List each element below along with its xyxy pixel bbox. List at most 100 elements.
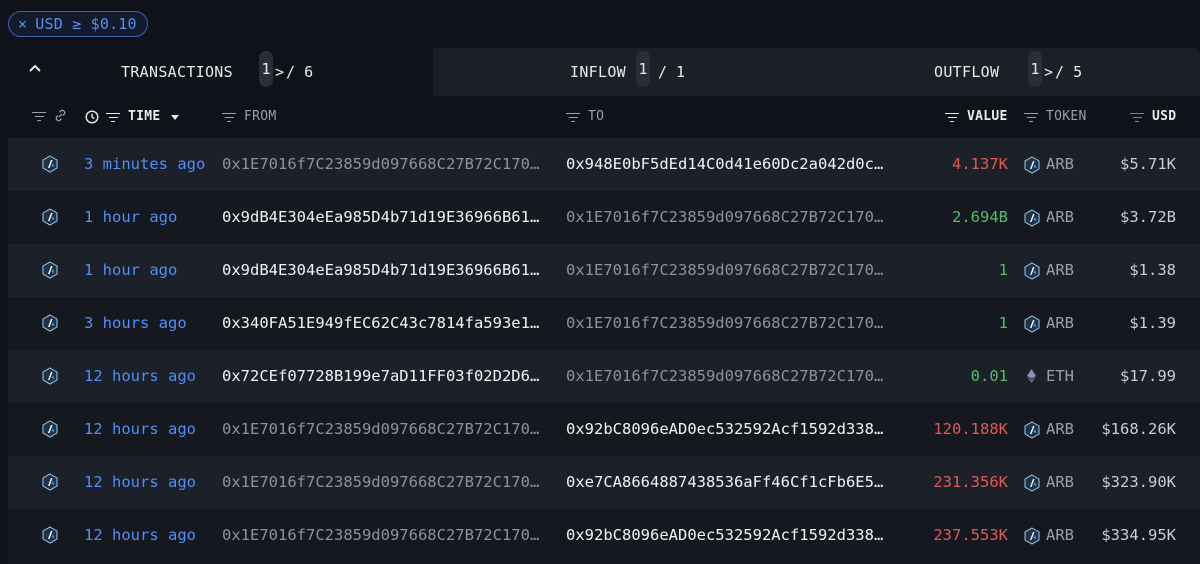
arbitrum-token-icon	[1024, 315, 1040, 333]
inflow-pager: 1 / 1	[636, 51, 686, 87]
token-symbol: ARB	[1046, 155, 1074, 173]
outflow-page-total: / 5	[1055, 63, 1083, 81]
token-cell[interactable]: ARB	[1024, 314, 1074, 333]
arbitrum-token-icon	[1024, 527, 1040, 545]
chevron-up-icon[interactable]	[26, 61, 44, 79]
ethereum-token-icon	[1024, 368, 1039, 384]
to-address[interactable]: 0x92bC8096eAD0ec532592Acf1592d338…	[566, 420, 883, 438]
table-header: TIME FROM TO VALUE TOKEN USD	[8, 96, 1200, 138]
from-address[interactable]: 0x340FA51E949fEC62C43c7814fa593e1…	[222, 314, 539, 332]
from-address[interactable]: 0x1E7016f7C23859d097668C27B72C170…	[222, 526, 539, 544]
usd-amount: $1.38	[1129, 261, 1176, 279]
tab-transactions-label[interactable]: TRANSACTIONS	[121, 63, 233, 81]
time-link[interactable]: 3 minutes ago	[84, 155, 205, 173]
to-column-header[interactable]: TO	[566, 109, 604, 124]
to-address[interactable]: 0x1E7016f7C23859d097668C27B72C170…	[566, 208, 883, 226]
value-amount: 1	[998, 314, 1008, 332]
tab-inflow-label[interactable]: INFLOW	[570, 63, 626, 81]
transactions-pager: 1 > / 6	[259, 51, 314, 87]
from-address[interactable]: 0x9dB4E304eEa985D4b71d19E36966B61…	[222, 208, 539, 226]
inflow-page-input[interactable]: 1	[636, 51, 650, 87]
value-column-header[interactable]: VALUE	[945, 109, 1008, 124]
from-address[interactable]: 0x1E7016f7C23859d097668C27B72C170…	[222, 155, 539, 173]
value-amount: 0.01	[970, 367, 1008, 385]
table-row[interactable]: 1 hour ago 0x9dB4E304eEa985D4b71d19E36966…	[8, 191, 1200, 244]
token-symbol: ARB	[1046, 420, 1074, 438]
table-row[interactable]: 1 hour ago 0x9dB4E304eEa985D4b71d19E36966…	[8, 244, 1200, 297]
chain-filter-icon[interactable]	[32, 109, 67, 122]
usd-filter-chip[interactable]: × USD ≥ $0.10	[8, 11, 148, 37]
token-symbol: ARB	[1046, 526, 1074, 544]
to-address[interactable]: 0x1E7016f7C23859d097668C27B72C170…	[566, 314, 883, 332]
from-address[interactable]: 0x72CEf07728B199e7aD11FF03f02D2D6…	[222, 367, 539, 385]
filter-active-icon	[1130, 111, 1144, 123]
to-address[interactable]: 0x948E0bF5dEd14C0d41e60Dc2a042d0c…	[566, 155, 883, 173]
usd-amount: $168.26K	[1101, 420, 1176, 438]
token-symbol: ARB	[1046, 261, 1074, 279]
filter-icon	[222, 111, 236, 123]
token-cell[interactable]: ETH	[1024, 367, 1074, 385]
usd-amount: $3.72B	[1120, 208, 1176, 226]
arbitrum-token-icon	[1024, 262, 1040, 280]
time-link[interactable]: 12 hours ago	[84, 367, 196, 385]
arbitrum-token-icon	[1024, 474, 1040, 492]
token-cell[interactable]: ARB	[1024, 261, 1074, 280]
time-link[interactable]: 12 hours ago	[84, 420, 196, 438]
usd-amount: $17.99	[1120, 367, 1176, 385]
token-cell[interactable]: ARB	[1024, 208, 1074, 227]
clock-icon	[85, 109, 99, 124]
time-link[interactable]: 1 hour ago	[84, 208, 177, 226]
table-row[interactable]: 3 minutes ago 0x1E7016f7C23859d097668C27B…	[8, 138, 1200, 191]
time-column-header[interactable]: TIME	[85, 109, 180, 124]
usd-amount: $334.95K	[1101, 526, 1176, 544]
token-cell[interactable]: ARB	[1024, 473, 1074, 492]
table-row[interactable]: 12 hours ago 0x1E7016f7C23859d097668C27B7…	[8, 456, 1200, 509]
token-symbol: ARB	[1046, 473, 1074, 491]
token-symbol: ARB	[1046, 314, 1074, 332]
table-row[interactable]: 12 hours ago 0x1E7016f7C23859d097668C27B7…	[8, 509, 1200, 562]
value-amount: 2.694B	[952, 208, 1008, 226]
outflow-pager: 1 > / 5	[1028, 51, 1083, 87]
table-row[interactable]: 3 hours ago 0x340FA51E949fEC62C43c7814fa5…	[8, 297, 1200, 350]
token-cell[interactable]: ARB	[1024, 155, 1074, 174]
to-address[interactable]: 0xe7CA8664887438536aFf46Cf1cFb6E5…	[566, 473, 883, 491]
from-address[interactable]: 0x1E7016f7C23859d097668C27B72C170…	[222, 473, 539, 491]
token-cell[interactable]: ARB	[1024, 526, 1074, 545]
time-link[interactable]: 1 hour ago	[84, 261, 177, 279]
value-amount: 237.553K	[933, 526, 1008, 544]
time-link[interactable]: 3 hours ago	[84, 314, 187, 332]
token-symbol: ARB	[1046, 208, 1074, 226]
close-icon[interactable]: ×	[18, 15, 27, 33]
outflow-page-input[interactable]: 1	[1028, 51, 1042, 87]
from-address[interactable]: 0x9dB4E304eEa985D4b71d19E36966B61…	[222, 261, 539, 279]
arbitrum-chain-icon	[42, 367, 58, 385]
tab-outflow-label[interactable]: OUTFLOW	[934, 63, 999, 81]
flow-tabs: TRANSACTIONS 1 > / 6 INFLOW 1 / 1 OUTFLO…	[8, 48, 1200, 96]
time-link[interactable]: 12 hours ago	[84, 473, 196, 491]
to-address[interactable]: 0x1E7016f7C23859d097668C27B72C170…	[566, 261, 883, 279]
filter-icon	[566, 111, 580, 123]
table-row[interactable]: 12 hours ago 0x72CEf07728B199e7aD11FF03f0…	[8, 350, 1200, 403]
to-address[interactable]: 0x92bC8096eAD0ec532592Acf1592d338…	[566, 526, 883, 544]
next-page-icon[interactable]: >	[1044, 63, 1053, 81]
transactions-page-total: / 6	[286, 63, 314, 81]
table-row[interactable]: 12 hours ago 0x1E7016f7C23859d097668C27B7…	[8, 403, 1200, 456]
token-symbol: ETH	[1046, 367, 1074, 385]
from-address[interactable]: 0x1E7016f7C23859d097668C27B72C170…	[222, 420, 539, 438]
token-column-header[interactable]: TOKEN	[1024, 109, 1087, 124]
from-column-header[interactable]: FROM	[222, 109, 277, 124]
filter-icon	[1024, 111, 1038, 123]
next-page-icon[interactable]: >	[275, 63, 284, 81]
usd-filter-label: USD ≥ $0.10	[35, 15, 137, 33]
token-cell[interactable]: ARB	[1024, 420, 1074, 439]
transactions-page-input[interactable]: 1	[259, 51, 273, 87]
to-address[interactable]: 0x1E7016f7C23859d097668C27B72C170…	[566, 367, 883, 385]
inflow-page-total: / 1	[658, 63, 686, 81]
usd-column-header[interactable]: USD	[1130, 109, 1176, 124]
link-icon	[55, 109, 66, 122]
usd-amount: $323.90K	[1101, 473, 1176, 491]
value-amount: 4.137K	[952, 155, 1008, 173]
arbitrum-chain-icon	[42, 420, 58, 438]
value-amount: 1	[998, 261, 1008, 279]
time-link[interactable]: 12 hours ago	[84, 526, 196, 544]
